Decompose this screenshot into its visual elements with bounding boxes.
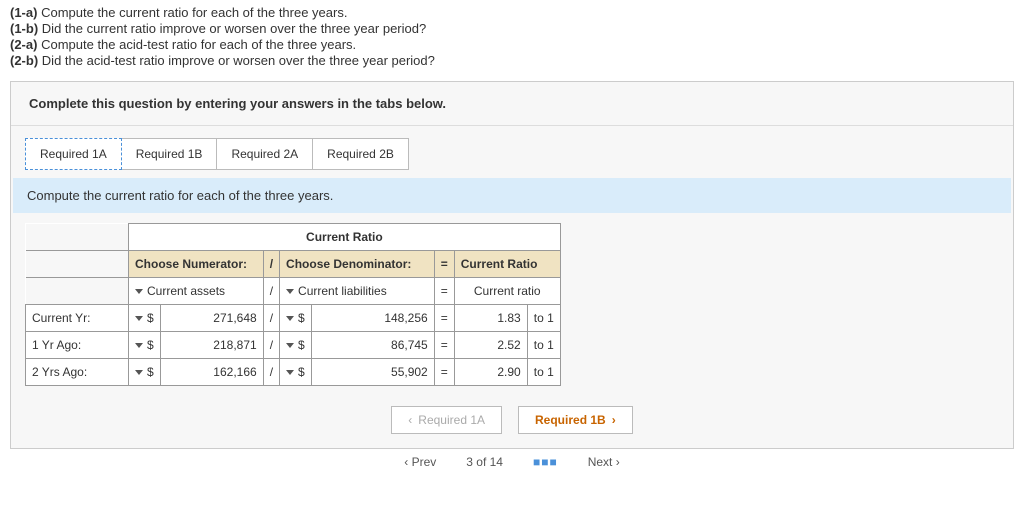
panel-header: Complete this question by entering your … [11,82,1013,126]
chevron-left-icon: ‹ [408,413,412,427]
answer-panel: Complete this question by entering your … [10,81,1014,449]
next-page-button[interactable]: Next › [588,455,620,469]
table-row: 2 Yrs Ago: $ 162,166 / $ 55,902 = 2.90 t… [26,359,561,386]
select-numerator[interactable]: Current assets [129,278,264,305]
col-denominator: Choose Denominator: [280,251,435,278]
prev-tab-button[interactable]: ‹Required 1A [391,406,502,434]
tab-required-1b[interactable]: Required 1B [122,138,218,170]
question-list: (1-a) Compute the current ratio for each… [0,0,1024,77]
tabs: Required 1A Required 1B Required 2A Requ… [11,126,1013,170]
table-row: 1 Yr Ago: $ 218,871 / $ 86,745 = 2.52 to… [26,332,561,359]
chevron-down-icon [286,343,294,348]
chevron-down-icon [286,289,294,294]
menu-icon[interactable]: ■■■ [533,455,558,469]
col-numerator: Choose Numerator: [129,251,264,278]
chevron-right-icon: › [612,413,616,427]
chevron-down-icon [135,316,143,321]
tab-required-2a[interactable]: Required 2A [217,138,313,170]
tab-instruction: Compute the current ratio for each of th… [13,178,1011,213]
table-title: Current Ratio [129,224,561,251]
col-result: Current Ratio [454,251,560,278]
chevron-down-icon [286,370,294,375]
select-denominator[interactable]: Current liabilities [280,278,435,305]
chevron-down-icon [286,316,294,321]
ratio-table: Current Ratio Choose Numerator: / Choose… [25,223,561,386]
tab-required-1a[interactable]: Required 1A [25,138,122,170]
tab-required-2b[interactable]: Required 2B [313,138,409,170]
chevron-down-icon [135,370,143,375]
page-position: 3 of 14 [466,455,503,469]
next-tab-button[interactable]: Required 1B› [518,406,633,434]
table-row: Current Yr: $ 271,648 / $ 148,256 = 1.83… [26,305,561,332]
chevron-down-icon [135,289,143,294]
prev-page-button[interactable]: ‹ Prev [404,455,436,469]
chevron-down-icon [135,343,143,348]
pager: ‹ Prev 3 of 14 ■■■ Next › [0,449,1024,471]
